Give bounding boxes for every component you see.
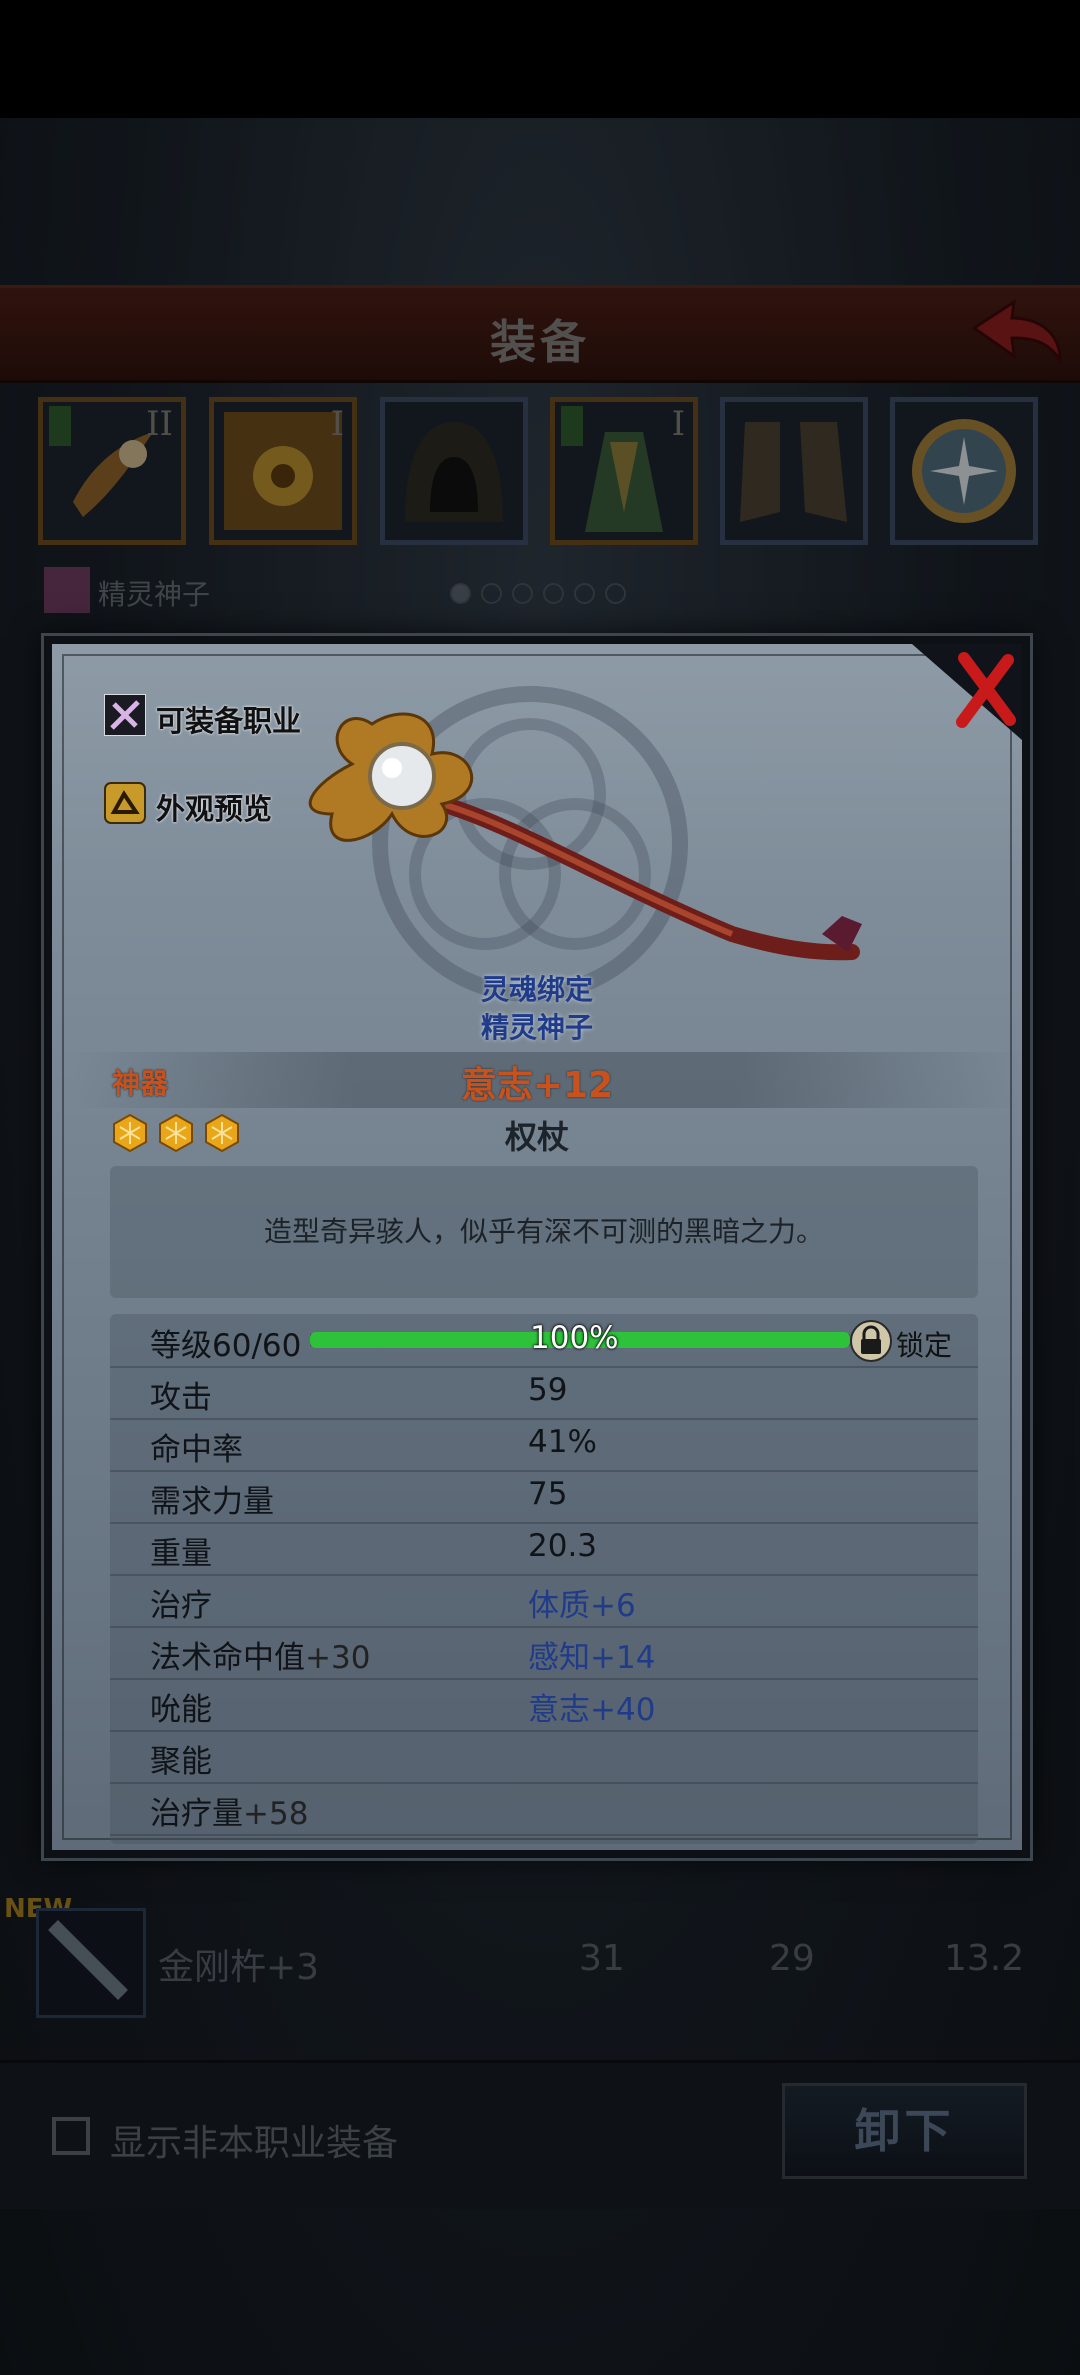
soul-bind-label: 灵魂绑定 xyxy=(480,973,593,1006)
stat-name: 攻击 xyxy=(150,1380,212,1416)
bound-character-label: 精灵神子 xyxy=(480,1011,593,1044)
stat-row: 治疗 体质+6 xyxy=(110,1574,978,1628)
description-box: 造型奇异骇人，似乎有深不可测的黑暗之力。 xyxy=(110,1166,978,1298)
stat-row: 命中率 41% xyxy=(110,1418,978,1472)
preview-icon xyxy=(104,782,146,824)
stat-row: 聚能 xyxy=(110,1730,978,1784)
stat-row: 需求力量 75 xyxy=(110,1470,978,1524)
stat-name: 重量 xyxy=(150,1536,212,1572)
lock-label[interactable]: 锁定 xyxy=(896,1324,952,1364)
lock-icon[interactable] xyxy=(850,1320,892,1362)
level-row: 等级60/60 100% 锁定 xyxy=(110,1314,978,1368)
item-detail-modal: 可装备职业 外观预览 灵魂绑定 精灵神子 神器 意志+12 权杖 造型奇异骇人，… xyxy=(44,636,1030,1858)
level-label: 等级60/60 xyxy=(150,1328,302,1364)
stat-row: 法术命中值+30 感知+14 xyxy=(110,1626,978,1680)
stat-row: 治疗量+58 xyxy=(110,1782,978,1836)
stat-value: 75 xyxy=(528,1476,568,1512)
stat-name: 法术命中值+30 xyxy=(150,1640,371,1676)
stat-value: 59 xyxy=(528,1372,568,1408)
stat-name: 聚能 xyxy=(150,1744,212,1780)
stat-name: 治疗量+58 xyxy=(150,1796,309,1832)
stat-row: 重量 20.3 xyxy=(110,1522,978,1576)
stat-value: 20.3 xyxy=(528,1528,598,1564)
stat-value: 意志+40 xyxy=(528,1692,656,1728)
item-description: 造型奇异骇人，似乎有深不可测的黑暗之力。 xyxy=(263,1215,824,1248)
close-icon[interactable] xyxy=(882,644,1022,740)
stat-value: 体质+6 xyxy=(528,1588,636,1624)
stat-row: 吮能 意志+40 xyxy=(110,1678,978,1732)
stat-name: 吮能 xyxy=(150,1692,212,1728)
staff-item-image xyxy=(308,712,862,961)
stat-name: 需求力量 xyxy=(150,1484,274,1520)
class-icon xyxy=(104,694,146,736)
item-type: 权杖 xyxy=(504,1118,569,1156)
main-stat: 意志+12 xyxy=(460,1065,614,1106)
stat-value: 感知+14 xyxy=(528,1640,656,1676)
stat-row: 攻击 59 xyxy=(110,1366,978,1420)
stat-name: 命中率 xyxy=(150,1432,243,1468)
stat-value: 41% xyxy=(528,1424,597,1460)
stat-name: 治疗 xyxy=(150,1588,212,1624)
stats-table: 等级60/60 100% 锁定 攻击 59 命中率 41% 需求力量 75 重量 20.3 治疗… xyxy=(110,1314,978,1844)
level-percent: 100% xyxy=(530,1320,619,1356)
